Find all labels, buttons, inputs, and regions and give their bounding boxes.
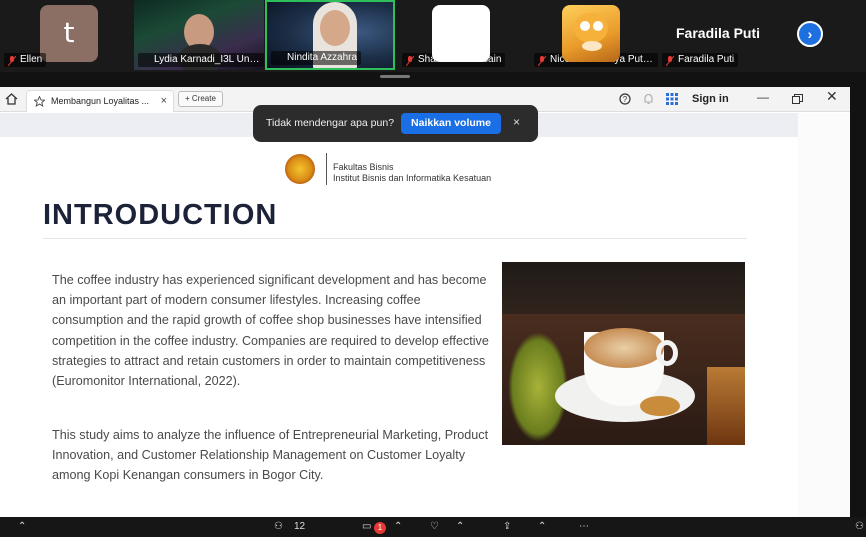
- participant-name: Nindita Azzahra: [271, 51, 362, 65]
- more-icon[interactable]: ⋯: [579, 521, 589, 532]
- aim-paragraph: This study aims to analyze the influence…: [52, 428, 489, 483]
- reactions-icon[interactable]: ♡: [430, 521, 439, 532]
- mic-muted-icon: [666, 56, 674, 66]
- intro-paragraph: The coffee industry has experienced sign…: [52, 273, 489, 389]
- home-icon[interactable]: [5, 93, 18, 105]
- mic-muted-icon: [8, 56, 16, 66]
- people-icon[interactable]: ⚇: [274, 521, 283, 532]
- bell-icon[interactable]: [643, 93, 654, 105]
- sign-in-button[interactable]: Sign in: [692, 93, 729, 105]
- chevron-up-icon[interactable]: ⌃: [456, 521, 464, 532]
- help-icon[interactable]: ?: [619, 93, 631, 105]
- participant-tile-nindita[interactable]: Nindita Azzahra: [265, 0, 395, 70]
- close-window-icon[interactable]: ✕: [826, 88, 838, 105]
- mic-muted-icon: [406, 56, 414, 66]
- create-button[interactable]: + Create: [178, 91, 223, 107]
- tab-title: Membangun Loyalitas ...: [51, 96, 150, 106]
- shared-browser-window: Membangun Loyalitas ... × + Create ? Sig…: [0, 87, 850, 517]
- star-icon: [34, 96, 45, 107]
- institution-text: Fakultas Bisnis Institut Bisnis dan Info…: [333, 162, 492, 183]
- slide-title: INTRODUCTION: [43, 199, 278, 231]
- meeting-window: t Ellen Lydia Karnadi_I3L Universi... Ni…: [0, 0, 866, 537]
- create-label: Create: [191, 94, 216, 103]
- audio-toast: Tidak mendengar apa pun? Naikkan volume …: [253, 105, 538, 142]
- people-icon[interactable]: ⚇: [855, 521, 864, 532]
- svg-text:?: ?: [623, 95, 628, 104]
- drag-handle[interactable]: [380, 75, 410, 78]
- participant-tile-ellen[interactable]: t Ellen: [0, 0, 132, 70]
- participants-count: 12: [294, 521, 306, 532]
- close-icon[interactable]: ×: [513, 115, 520, 129]
- avatar: [432, 5, 490, 62]
- increase-volume-button[interactable]: Naikkan volume: [401, 113, 501, 134]
- close-icon[interactable]: ×: [161, 91, 167, 111]
- share-screen-icon[interactable]: ⇪: [503, 521, 511, 532]
- chevron-up-icon[interactable]: ⌃: [394, 521, 402, 532]
- chat-badge: 1: [374, 522, 386, 534]
- participant-tile-lydia[interactable]: Lydia Karnadi_I3L Universi...: [134, 0, 264, 70]
- toast-message: Tidak mendengar apa pun?: [266, 117, 395, 129]
- chevron-up-icon[interactable]: ⌃: [538, 521, 546, 532]
- slide-viewport: Fakultas Bisnis Institut Bisnis dan Info…: [0, 113, 798, 517]
- institution-logo: [285, 154, 315, 184]
- avatar: [562, 5, 620, 62]
- minimize-icon[interactable]: —: [757, 90, 769, 104]
- avatar: t: [40, 5, 98, 62]
- chevron-up-icon[interactable]: ⌃: [18, 521, 26, 532]
- participant-display-name: Faradila Puti: [676, 25, 761, 41]
- divider: [43, 238, 747, 239]
- participant-strip: t Ellen Lydia Karnadi_I3L Universi... Ni…: [0, 0, 866, 72]
- scroll-area: [798, 113, 850, 517]
- participant-name: Lydia Karnadi_I3L Universi...: [138, 53, 264, 67]
- coffee-photo: [502, 262, 745, 445]
- chevron-right-icon: ›: [807, 26, 813, 42]
- chat-icon[interactable]: ▭: [362, 521, 371, 532]
- browser-tab[interactable]: Membangun Loyalitas ... ×: [26, 90, 174, 112]
- apps-grid-icon[interactable]: [666, 93, 678, 105]
- mic-muted-icon: [538, 56, 546, 66]
- restore-icon[interactable]: [792, 94, 803, 104]
- divider: [326, 153, 327, 185]
- meeting-controls-bar: ⌃ ⚇ 12 ▭ ⌃ ♡ ⌃ ⇪ ⌃ ⋯ ⚇: [0, 517, 866, 537]
- next-participants-button[interactable]: ›: [797, 21, 823, 47]
- plus-icon: +: [185, 94, 190, 103]
